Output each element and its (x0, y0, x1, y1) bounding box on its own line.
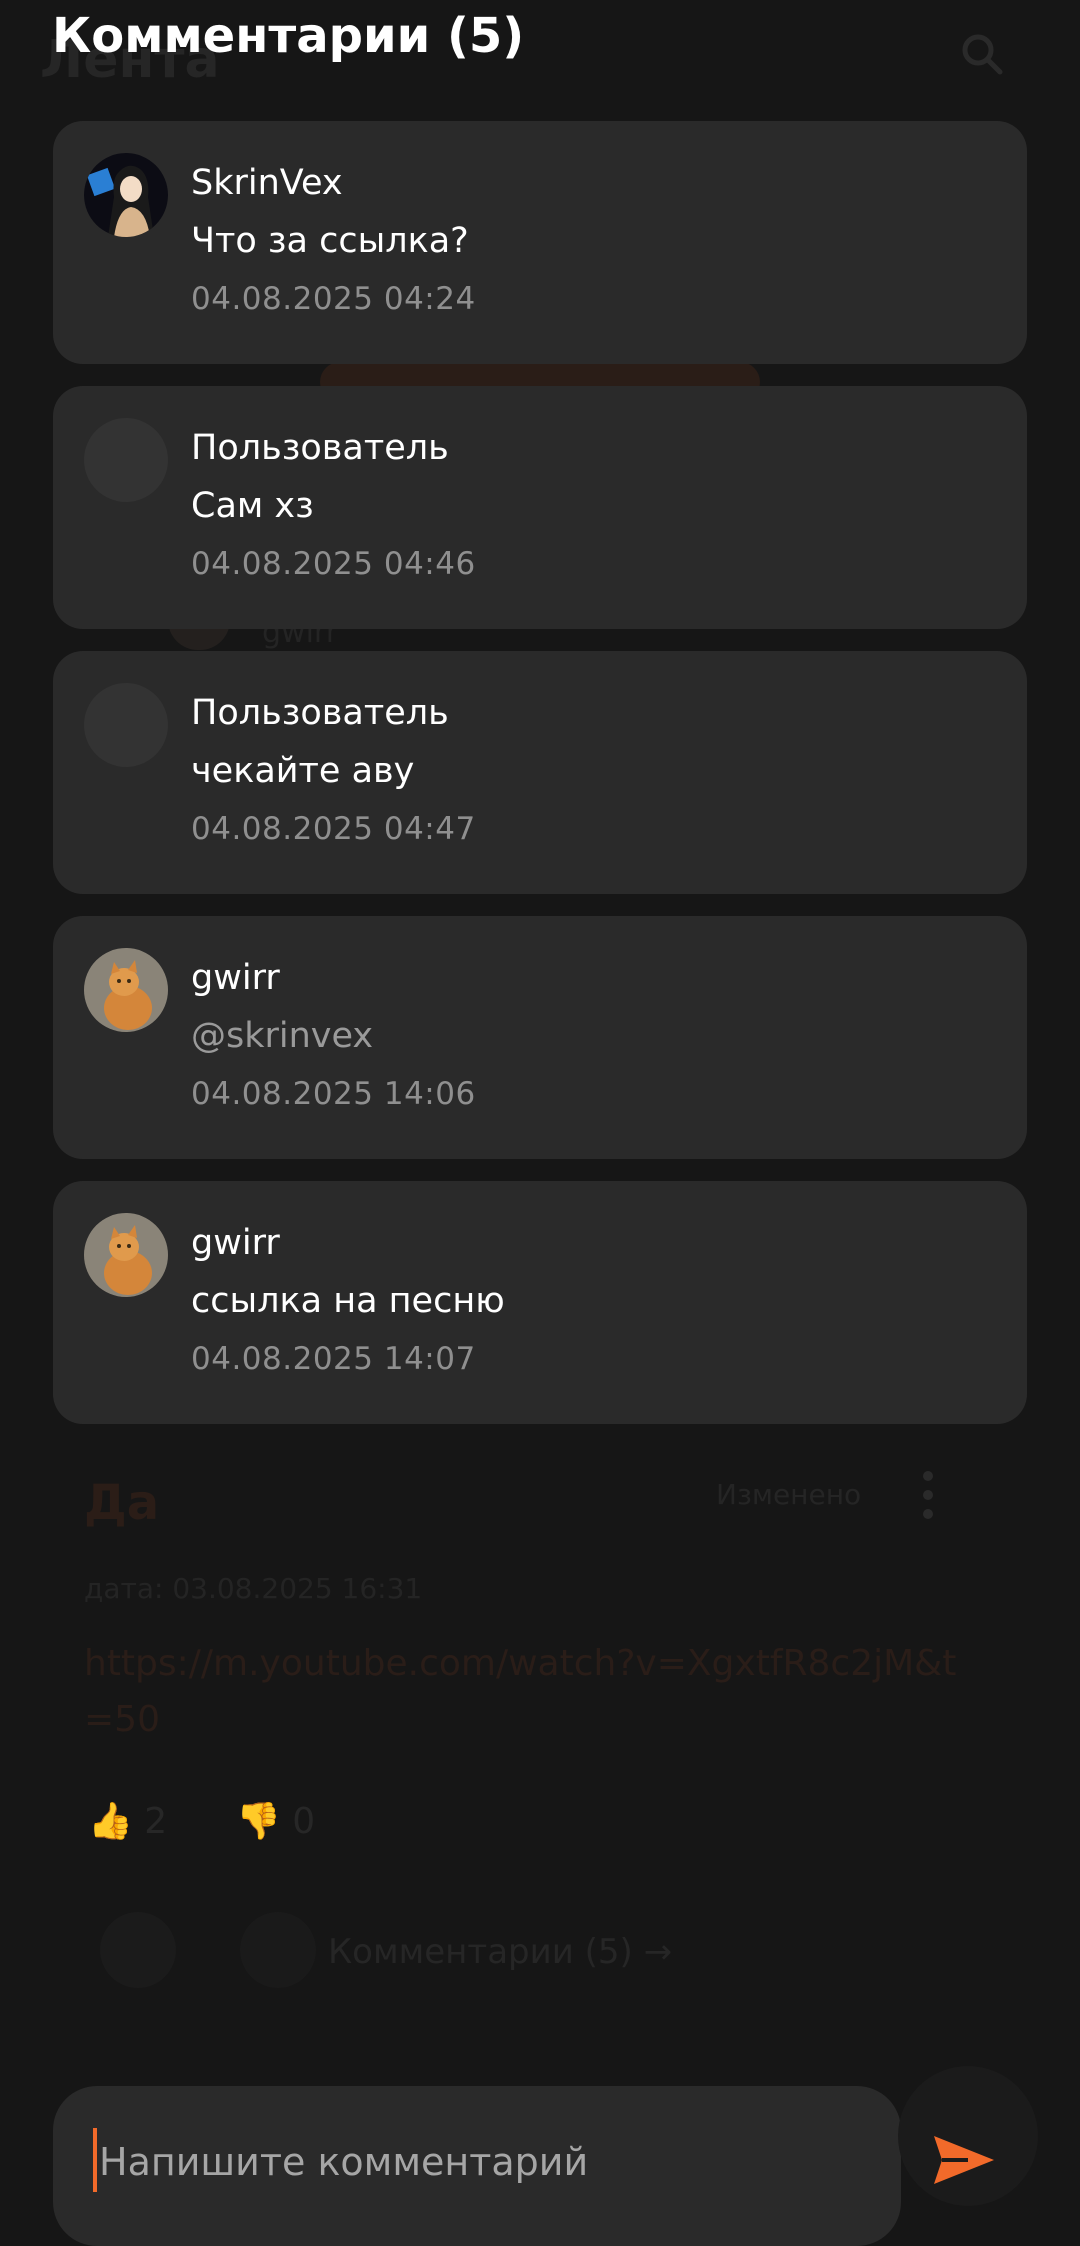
comment-text: ссылка на песню (191, 1281, 505, 1321)
comment-card[interactable]: SkrinVex Что за ссылка? 04.08.2025 04:24 (53, 121, 1027, 364)
anime-avatar[interactable] (84, 153, 168, 237)
send-icon[interactable] (928, 2130, 998, 2190)
post-link: https://m.youtube.com/watch?v=XgxtfR8c2j… (84, 1643, 957, 1740)
comment-author[interactable]: gwirr (191, 1223, 280, 1263)
comment-mention[interactable]: @skrinvex (191, 1016, 373, 1056)
comment-author[interactable]: gwirr (191, 958, 280, 998)
search-icon (962, 34, 1003, 75)
dislike-count: 0 (292, 1801, 316, 1842)
cat-avatar-image (84, 1213, 168, 1297)
more-menu-icon (923, 1471, 933, 1519)
reaction-circle (240, 1912, 316, 1988)
comments-title: Комментарии (5) (52, 8, 525, 64)
comment-date: 04.08.2025 04:24 (191, 281, 476, 317)
empty-avatar[interactable] (84, 418, 168, 502)
comment-date: 04.08.2025 14:06 (191, 1076, 476, 1112)
comments-list: SkrinVex Что за ссылка? 04.08.2025 04:24… (53, 121, 1027, 1446)
post-date: дата: 03.08.2025 16:31 (84, 1572, 423, 1605)
like-count: 2 (144, 1801, 168, 1842)
comment-author[interactable]: SkrinVex (191, 163, 343, 203)
comment-card[interactable]: gwirr ссылка на песню 04.08.2025 14:07 (53, 1181, 1027, 1424)
post-title: Да (84, 1475, 160, 1531)
comment-card[interactable]: Пользователь чекайте аву 04.08.2025 04:4… (53, 651, 1027, 894)
comment-composer (53, 2086, 901, 2246)
comment-author[interactable]: Пользователь (191, 693, 449, 733)
comment-card[interactable]: gwirr @skrinvex 04.08.2025 14:06 (53, 916, 1027, 1159)
comment-date: 04.08.2025 14:07 (191, 1341, 476, 1377)
comment-input[interactable] (97, 2116, 881, 2208)
comment-date: 04.08.2025 04:46 (191, 546, 476, 582)
thumbs-up-icon: 👍 (88, 1801, 133, 1842)
like-counter: 👍 2 (88, 1800, 167, 1842)
comment-date: 04.08.2025 04:47 (191, 811, 476, 847)
comment-text: Сам хз (191, 486, 314, 526)
comment-author[interactable]: Пользователь (191, 428, 449, 468)
comment-text: чекайте аву (191, 751, 415, 791)
cat-avatar[interactable] (84, 1213, 168, 1297)
thumbs-down-icon: 👎 (236, 1801, 281, 1842)
post-edited-label: Изменено (716, 1478, 862, 1511)
comment-card[interactable]: Пользователь Сам хз 04.08.2025 04:46 (53, 386, 1027, 629)
share-circle (100, 1912, 176, 1988)
post-comments-link: Комментарии (5) → (328, 1932, 673, 1972)
cat-avatar[interactable] (84, 948, 168, 1032)
dislike-counter: 👎 0 (236, 1800, 315, 1842)
empty-avatar[interactable] (84, 683, 168, 767)
comment-text: Что за ссылка? (191, 221, 469, 261)
cat-avatar-image (84, 948, 168, 1032)
anime-avatar-image (84, 153, 168, 237)
